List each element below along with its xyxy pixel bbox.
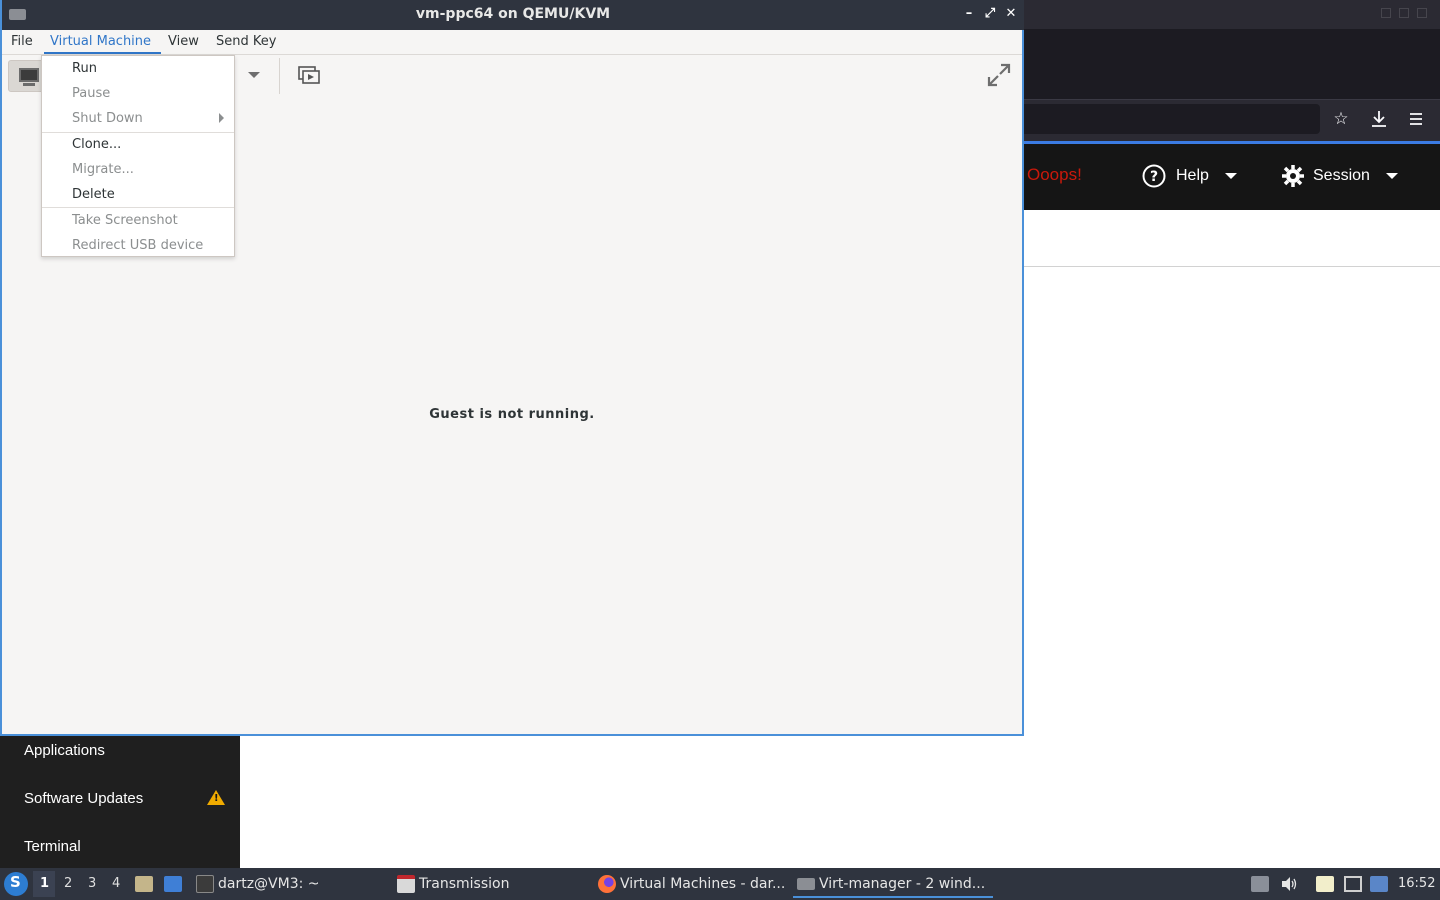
firefox-icon (598, 875, 616, 893)
menubar: File Virtual Machine View Send Key (2, 30, 1022, 55)
workspace-4[interactable]: 4 (112, 876, 120, 891)
volume-icon[interactable] (1280, 876, 1298, 892)
browser-titlebar (1024, 0, 1440, 29)
menu-view[interactable]: View (168, 34, 199, 49)
menu-item-shut-down[interactable]: Shut Down (42, 106, 234, 131)
menu-item-clone[interactable]: Clone... (42, 132, 234, 157)
browser-tab-strip (1024, 29, 1440, 99)
help-icon: ? (1142, 164, 1166, 188)
transmission-icon (397, 875, 415, 893)
menu-item-take-screenshot[interactable]: Take Screenshot (42, 208, 234, 233)
toolbar-separator (279, 58, 280, 94)
maximize-icon[interactable]: ⤢ (981, 5, 999, 23)
browser-maximize-button[interactable] (1399, 8, 1409, 18)
network-tray-icon[interactable] (1344, 876, 1362, 892)
menu-virtual-machine[interactable]: Virtual Machine (50, 34, 151, 49)
submenu-arrow-icon (219, 113, 224, 123)
window-titlebar[interactable]: vm-ppc64 on QEMU/KVM – ⤢ ✕ (2, 0, 1024, 30)
window-title: vm-ppc64 on QEMU/KVM (415, 6, 611, 22)
nav-item-terminal[interactable]: Terminal (24, 838, 81, 855)
menu-item-pause[interactable]: Pause (42, 81, 234, 106)
help-caret-icon (1224, 173, 1237, 179)
browser-close-button[interactable] (1417, 8, 1427, 18)
virtual-machine-menu: Run Pause Shut Down Clone... Migrate... … (41, 55, 235, 257)
task-transmission-label: Transmission (419, 876, 510, 892)
notification-tray-icon[interactable] (1370, 876, 1388, 892)
close-icon[interactable]: ✕ (1002, 5, 1020, 23)
bookmark-star-icon[interactable]: ☆ (1330, 108, 1352, 130)
active-menu-underline (44, 52, 161, 54)
browser-url-bar[interactable] (1024, 104, 1320, 134)
warning-icon: ! (207, 790, 225, 805)
oops-text: Ooops! (1027, 165, 1082, 184)
file-manager-launcher-icon[interactable] (135, 876, 153, 892)
session-label: Session (1313, 167, 1370, 184)
notes-tray-icon[interactable] (1316, 876, 1334, 892)
session-menu[interactable]: Session (1281, 161, 1398, 191)
menu-item-shut-down-label: Shut Down (72, 111, 143, 126)
background-nav-menu: Applications Software Updates ! Terminal (0, 735, 240, 868)
task-virt-manager[interactable]: Virt-manager - 2 wind... (792, 868, 994, 900)
dropdown-arrow-icon[interactable] (248, 72, 260, 78)
nav-item-software-updates[interactable]: Software Updates (24, 790, 143, 807)
workspace-3[interactable]: 3 (88, 876, 96, 891)
hamburger-menu-icon[interactable] (1405, 108, 1427, 130)
session-caret-icon (1385, 173, 1398, 179)
app-header: Ooops! ? Help Session (1024, 144, 1440, 210)
menu-item-redirect-usb[interactable]: Redirect USB device (42, 233, 234, 258)
task-terminal[interactable]: dartz@VM3: ~ (196, 868, 320, 900)
eject-tray-icon[interactable] (1251, 876, 1269, 892)
gear-icon (1282, 165, 1304, 187)
download-icon[interactable] (1368, 108, 1390, 130)
terminal-icon (196, 875, 214, 893)
monitor-stand (23, 83, 35, 86)
desktop-launcher-icon[interactable] (164, 876, 182, 892)
browser-minimize-button[interactable] (1381, 8, 1391, 18)
task-firefox-label: Virtual Machines - dar... (620, 876, 786, 892)
clock[interactable]: 16:52 (1398, 876, 1435, 891)
minimize-icon[interactable]: – (960, 5, 978, 23)
menu-send-key[interactable]: Send Key (216, 34, 276, 49)
menu-item-migrate[interactable]: Migrate... (42, 157, 234, 182)
menu-file[interactable]: File (11, 34, 33, 49)
background-browser-window: ☆ Ooops! ? Help Session (1024, 0, 1440, 868)
workspace-1[interactable]: 1 (40, 876, 49, 891)
task-terminal-label: dartz@VM3: ~ (218, 876, 320, 892)
virt-manager-icon (797, 878, 815, 890)
monitor-icon (19, 68, 39, 82)
menu-item-delete[interactable]: Delete (42, 182, 234, 207)
nav-item-applications[interactable]: Applications (24, 742, 105, 759)
workspace-2[interactable]: 2 (64, 876, 72, 891)
task-transmission[interactable]: Transmission (397, 868, 509, 900)
app-subbar (1024, 210, 1440, 267)
guest-status-message: Guest is not running. (429, 407, 595, 422)
fullscreen-icon[interactable] (986, 62, 1012, 88)
menu-item-run[interactable]: Run (42, 56, 234, 81)
task-firefox[interactable]: Virtual Machines - dar... (598, 868, 785, 900)
taskbar: S 1 2 3 4 dartz@VM3: ~ Transmission Virt… (0, 868, 1440, 900)
help-label: Help (1176, 167, 1209, 184)
svg-text:?: ? (1150, 169, 1158, 185)
help-menu[interactable]: ? Help (1142, 161, 1237, 191)
snapshot-icon[interactable] (298, 66, 320, 86)
task-virt-manager-label: Virt-manager - 2 wind... (819, 876, 986, 892)
whisker-menu-button[interactable]: S (4, 872, 28, 896)
